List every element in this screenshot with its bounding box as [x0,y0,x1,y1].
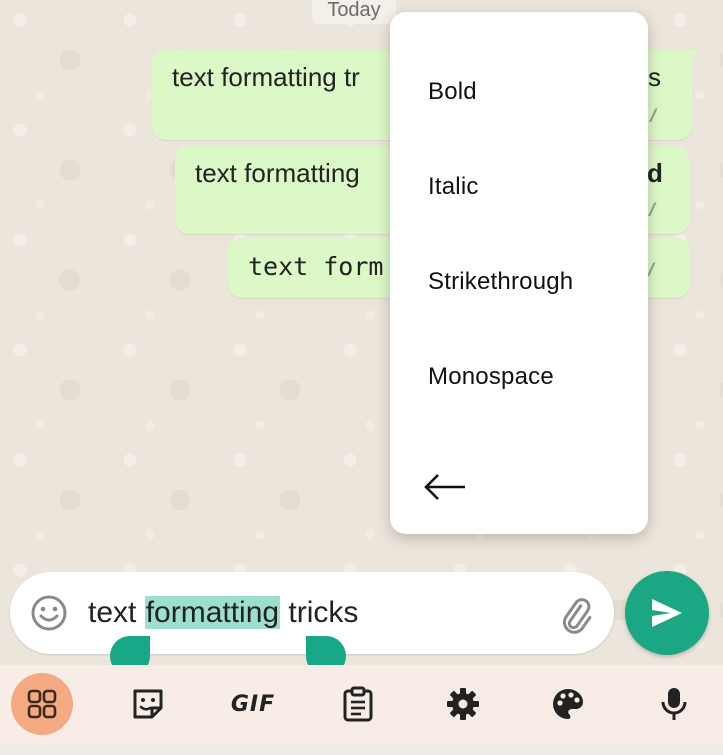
menu-item-italic[interactable]: Italic [428,173,479,201]
clipboard-icon [343,686,373,722]
clipboard-button[interactable] [327,673,389,735]
menu-item-bold[interactable]: Bold [428,78,477,106]
input-text-before: text [88,596,145,629]
message-text-end: s [648,62,661,92]
theme-button[interactable] [537,673,599,735]
keyboard-toolbar: GIF [0,665,723,743]
read-ticks-icon: // [650,106,656,126]
gif-icon: GIF [230,691,276,717]
text-format-menu: Bold Italic Strikethrough Monospace [390,12,648,534]
input-text-after: tricks [280,596,359,629]
message-input[interactable]: text formatting tricks [88,596,358,630]
navigation-strip [0,743,723,755]
send-icon [652,599,682,627]
apps-grid-icon [27,689,57,719]
selected-text: formatting [144,596,281,629]
emoji-icon[interactable] [30,594,68,632]
send-button[interactable] [625,571,709,655]
message-text: text form [248,252,384,281]
read-ticks-icon: // [649,200,655,220]
arrow-left-icon[interactable] [422,472,468,502]
gear-icon [447,688,479,720]
menu-item-monospace[interactable]: Monospace [428,363,554,391]
paperclip-icon[interactable] [555,594,595,634]
palette-icon [553,689,583,719]
bubble-tail [686,50,700,64]
message-text: text formatting [195,158,360,188]
message-text: text formatting tr [172,62,360,92]
gif-button[interactable]: GIF [222,673,284,735]
menu-item-strikethrough[interactable]: Strikethrough [428,268,573,296]
sticker-icon [133,689,163,719]
sticker-button[interactable] [117,673,179,735]
microphone-icon [661,688,687,720]
read-ticks-icon: // [648,260,654,280]
settings-button[interactable] [432,673,494,735]
date-chip: Today [312,0,396,24]
message-text-end: d [647,158,663,188]
voice-input-button[interactable] [643,673,705,735]
apps-grid-button[interactable] [11,673,73,735]
